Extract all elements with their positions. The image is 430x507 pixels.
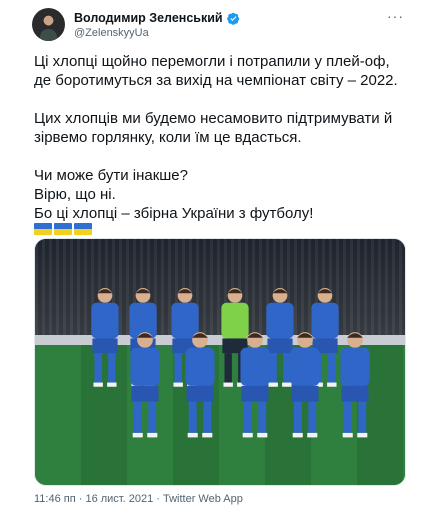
- tweet-line: Ці хлопці щойно перемогли і потрапили у …: [34, 53, 390, 70]
- ukraine-flag-icon: [34, 223, 52, 235]
- tweet-line: зірвемо горлянку, коли їм це вдасться.: [34, 129, 302, 146]
- player-figure: [340, 332, 370, 438]
- display-name[interactable]: Володимир Зеленський: [74, 11, 223, 25]
- tweet-line: Бо ці хлопці – збірна України з футболу!: [34, 205, 314, 222]
- handle[interactable]: @ZelenskyyUa: [74, 27, 149, 39]
- tweet-line: Вірю, що ні.: [34, 186, 116, 203]
- tweet-line: де боротимуться за вихід на чемпіонат св…: [34, 72, 398, 89]
- team-photo[interactable]: [34, 238, 406, 486]
- ukraine-flag-icon: [54, 223, 72, 235]
- players-illustration: [91, 288, 370, 438]
- name-line: Володимир Зеленський: [74, 10, 240, 26]
- ukraine-flag-icon: [74, 223, 92, 235]
- tweet-timestamp[interactable]: 11:46 пп · 16 лист. 2021 · Twitter Web A…: [34, 493, 243, 505]
- more-options-icon[interactable]: ···: [387, 8, 404, 24]
- player-figure: [91, 288, 119, 387]
- player-figure: [266, 288, 294, 387]
- verified-badge-icon: [226, 12, 239, 25]
- tweet-card: Володимир Зеленський @ZelenskyyUa ··· Ці…: [0, 0, 430, 507]
- tweet-line: Цих хлопців ми будемо несамовито підтрим…: [34, 110, 393, 127]
- flag-emoji-row: [34, 223, 414, 235]
- tweet-line: Чи може бути інакше?: [34, 167, 188, 184]
- avatar[interactable]: [32, 8, 65, 41]
- tweet-text: Ці хлопці щойно перемогли і потрапили у …: [34, 52, 414, 235]
- tweet-header: Володимир Зеленський @ZelenskyyUa ···: [32, 8, 412, 42]
